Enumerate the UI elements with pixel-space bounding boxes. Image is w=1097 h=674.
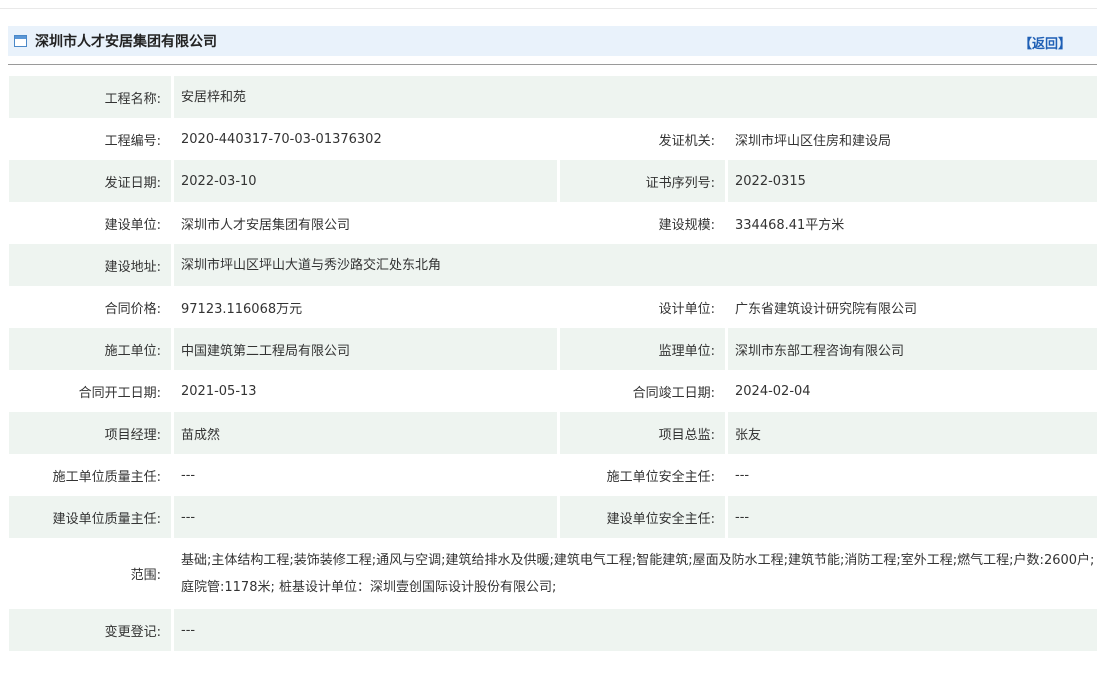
builder-value: 深圳市人才安居集团有限公司: [171, 202, 557, 244]
page-title: 深圳市人才安居集团有限公司: [35, 34, 217, 50]
table-row: 变更登记: ---: [9, 609, 1097, 651]
scope-value: 基础;主体结构工程;装饰装修工程;通风与空调;建筑给排水及供暖;建筑电气工程;智…: [171, 538, 1097, 609]
table-row: 工程编号: 2020-440317-70-03-01376302 发证机关: 深…: [9, 118, 1097, 160]
field-label: 监理单位:: [557, 328, 725, 370]
field-label: 工程编号:: [9, 118, 171, 160]
field-label: 证书序列号:: [557, 160, 725, 202]
field-label: 建设单位质量主任:: [9, 496, 171, 538]
table-row: 合同价格: 97123.116068万元 设计单位: 广东省建筑设计研究院有限公…: [9, 286, 1097, 328]
chief-supervisor-value: 张友: [725, 412, 1097, 454]
construction-unit-value: 中国建筑第二工程局有限公司: [171, 328, 557, 370]
field-label: 合同开工日期:: [9, 370, 171, 412]
design-unit-value: 广东省建筑设计研究院有限公司: [725, 286, 1097, 328]
field-label: 项目经理:: [9, 412, 171, 454]
field-label: 范围:: [9, 538, 171, 609]
change-record-value: ---: [171, 609, 1097, 651]
field-label: 合同竣工日期:: [557, 370, 725, 412]
field-label: 合同价格:: [9, 286, 171, 328]
start-date-value: 2021-05-13: [171, 370, 557, 412]
construction-safety-head-value: ---: [725, 454, 1097, 496]
table-row: 施工单位: 中国建筑第二工程局有限公司 监理单位: 深圳市东部工程咨询有限公司: [9, 328, 1097, 370]
scale-value: 334468.41平方米: [725, 202, 1097, 244]
permit-details-table: 工程名称: 安居梓和苑 工程编号: 2020-440317-70-03-0137…: [9, 76, 1097, 651]
header-divider: [8, 64, 1097, 65]
table-row: 建设地址: 深圳市坪山区坪山大道与秀沙路交汇处东北角: [9, 244, 1097, 286]
field-label: 变更登记:: [9, 609, 171, 651]
builder-quality-head-value: ---: [171, 496, 557, 538]
address-value: 深圳市坪山区坪山大道与秀沙路交汇处东北角: [171, 244, 1097, 286]
issue-date-value: 2022-03-10: [171, 160, 557, 202]
table-row: 发证日期: 2022-03-10 证书序列号: 2022-0315: [9, 160, 1097, 202]
project-manager-value: 苗成然: [171, 412, 557, 454]
table-row: 合同开工日期: 2021-05-13 合同竣工日期: 2024-02-04: [9, 370, 1097, 412]
field-label: 建设地址:: [9, 244, 171, 286]
field-label: 建设规模:: [557, 202, 725, 244]
top-divider: [0, 8, 1097, 9]
supervision-unit-value: 深圳市东部工程咨询有限公司: [725, 328, 1097, 370]
window-icon: [14, 35, 27, 47]
field-label: 施工单位质量主任:: [9, 454, 171, 496]
field-label: 发证日期:: [9, 160, 171, 202]
project-code-value: 2020-440317-70-03-01376302: [171, 118, 557, 160]
issuer-value: 深圳市坪山区住房和建设局: [725, 118, 1097, 160]
field-label: 设计单位:: [557, 286, 725, 328]
table-row: 工程名称: 安居梓和苑: [9, 76, 1097, 118]
field-label: 工程名称:: [9, 76, 171, 118]
table-row: 施工单位质量主任: --- 施工单位安全主任: ---: [9, 454, 1097, 496]
cert-serial-value: 2022-0315: [725, 160, 1097, 202]
project-name-value: 安居梓和苑: [171, 76, 1097, 118]
construction-quality-head-value: ---: [171, 454, 557, 496]
field-label: 建设单位:: [9, 202, 171, 244]
end-date-value: 2024-02-04: [725, 370, 1097, 412]
table-row: 建设单位质量主任: --- 建设单位安全主任: ---: [9, 496, 1097, 538]
field-label: 施工单位安全主任:: [557, 454, 725, 496]
table-row: 项目经理: 苗成然 项目总监: 张友: [9, 412, 1097, 454]
field-label: 发证机关:: [557, 118, 725, 160]
back-link[interactable]: 【返回】: [1019, 33, 1071, 52]
field-label: 施工单位:: [9, 328, 171, 370]
table-row: 范围: 基础;主体结构工程;装饰装修工程;通风与空调;建筑给排水及供暖;建筑电气…: [9, 538, 1097, 609]
contract-price-value: 97123.116068万元: [171, 286, 557, 328]
field-label: 项目总监:: [557, 412, 725, 454]
builder-safety-head-value: ---: [725, 496, 1097, 538]
field-label: 建设单位安全主任:: [557, 496, 725, 538]
table-row: 建设单位: 深圳市人才安居集团有限公司 建设规模: 334468.41平方米: [9, 202, 1097, 244]
page-header: 深圳市人才安居集团有限公司 【返回】: [8, 26, 1097, 56]
